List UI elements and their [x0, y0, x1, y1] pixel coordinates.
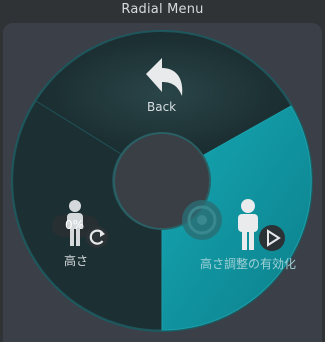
radial-menu — [11, 30, 313, 332]
back-label: Back — [147, 100, 177, 114]
height-value: 0% — [65, 218, 85, 232]
height-adjust-label: 高さ調整の有効化 — [200, 257, 297, 271]
play-icon[interactable] — [259, 225, 285, 251]
height-label: 高さ — [64, 254, 89, 268]
target-icon — [182, 200, 222, 240]
reset-icon[interactable] — [86, 226, 108, 248]
